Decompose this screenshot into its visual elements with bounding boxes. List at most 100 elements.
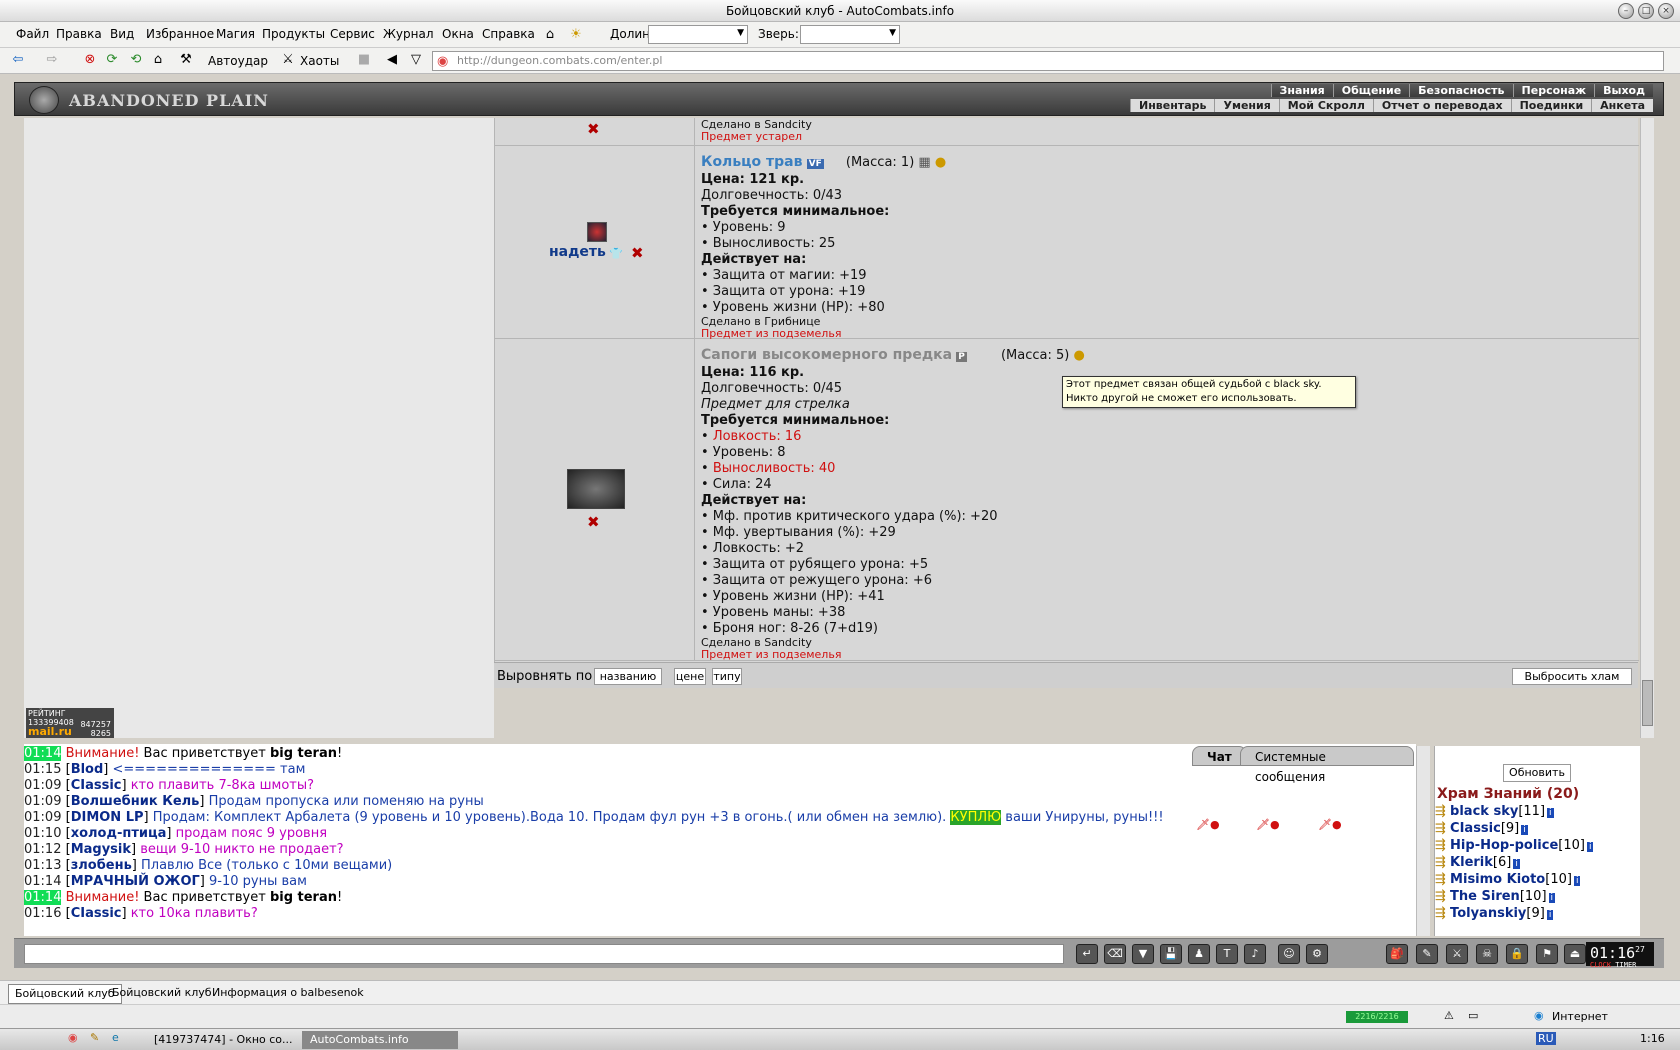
reload-icon[interactable]: ⟲	[128, 52, 144, 68]
user-name[interactable]: Hip-Hop-police	[1450, 838, 1558, 853]
scroll-thumb[interactable]	[1642, 680, 1653, 726]
haoty-button[interactable]: Хаоты	[300, 54, 339, 68]
user-name[interactable]: black sky	[1450, 804, 1518, 819]
discard-junk-button[interactable]: Выбросить хлам	[1512, 668, 1632, 685]
lock-icon[interactable]: 🔒	[1506, 944, 1528, 964]
battle-icon[interactable]: ⚔	[1446, 944, 1468, 964]
delete-icon[interactable]: ✖	[631, 244, 644, 262]
put-on-link[interactable]: надеть	[549, 244, 606, 260]
nav-vyhod[interactable]: Выход	[1594, 84, 1653, 97]
person-icon[interactable]: ♟	[1188, 944, 1210, 964]
delete-icon[interactable]: ✖	[587, 513, 600, 531]
chat-nick[interactable]: холод-птица	[71, 826, 167, 841]
scroll-icon[interactable]: ✎	[1416, 944, 1438, 964]
nav-inventar[interactable]: Инвентарь	[1130, 99, 1214, 112]
chat-time[interactable]: 01:10	[24, 826, 61, 841]
nav-znaniya[interactable]: Знания	[1270, 84, 1333, 97]
sort-by-price-button[interactable]: цене	[674, 668, 706, 685]
nav-personazh[interactable]: Персонаж	[1512, 84, 1595, 97]
address-bar[interactable]: ◉ http://dungeon.combats.com/enter.pl	[432, 51, 1664, 71]
nav-otchet[interactable]: Отчет о переводах	[1372, 99, 1511, 112]
info-icon[interactable]: i	[1547, 808, 1554, 818]
filter-icon[interactable]: ▼	[1132, 944, 1154, 964]
user-name[interactable]: Klerik	[1450, 855, 1493, 870]
user-name[interactable]: Misimo Kioto	[1450, 872, 1545, 887]
info-icon[interactable]: i	[1548, 893, 1556, 903]
chat-scrollbar[interactable]	[1416, 746, 1430, 936]
zver-select[interactable]: ▼	[800, 25, 900, 44]
close-button[interactable]: ×	[1658, 3, 1674, 19]
chat-input[interactable]	[24, 944, 1064, 964]
browser-tab[interactable]: Информация о balbesenok	[206, 984, 370, 1004]
info-icon[interactable]: i	[1521, 825, 1528, 835]
menu-help[interactable]: Справка	[482, 27, 535, 41]
send-icon[interactable]: ↵	[1076, 944, 1098, 964]
tool-icon[interactable]: ✎	[90, 1031, 99, 1044]
chat-nick[interactable]: Magysik	[71, 842, 131, 857]
bound-icon[interactable]: ●	[935, 155, 946, 170]
chat-nick[interactable]: CIassic	[71, 778, 122, 793]
emoticon-icon[interactable]: ☺	[1278, 944, 1300, 964]
tools-icon[interactable]: ⚒	[178, 52, 194, 68]
sound-icon[interactable]: ◀	[384, 52, 400, 68]
browser-tab[interactable]: Бойцовский клуб	[8, 984, 122, 1004]
sort-by-name-button[interactable]: названию	[594, 668, 662, 685]
chat-nick[interactable]: Blod	[71, 762, 104, 777]
dolin-select[interactable]: ▼	[648, 25, 748, 44]
menu-favorites[interactable]: Избранное	[146, 27, 214, 41]
tab-chat[interactable]: Чат	[1192, 746, 1247, 766]
chat-time[interactable]: 01:09	[24, 778, 61, 793]
sound-icon[interactable]: ♪	[1244, 944, 1266, 964]
chat-time[interactable]: 01:09	[24, 794, 61, 809]
minimize-button[interactable]: –	[1618, 3, 1634, 19]
chat-time[interactable]: 01:13	[24, 858, 61, 873]
chat-bold[interactable]: big teran	[270, 890, 337, 905]
skull-icon[interactable]: ☠	[1476, 944, 1498, 964]
timer-label[interactable]: TIMER	[1615, 961, 1636, 969]
menu-windows[interactable]: Окна	[442, 27, 474, 41]
items-scrollbar[interactable]	[1640, 118, 1654, 738]
tab-system-messages[interactable]: Системные сообщения	[1240, 746, 1414, 784]
sort-by-type-button[interactable]: типу	[712, 668, 742, 685]
chat-time[interactable]: 01:12	[24, 842, 61, 857]
chat-time[interactable]: 01:09	[24, 810, 61, 825]
home-castle-icon[interactable]: ⌂	[542, 27, 558, 43]
autoudar-button[interactable]: Автоудар	[208, 54, 268, 68]
attack-icon[interactable]: 🗡●	[1256, 818, 1280, 831]
private-icon[interactable]: ⇶	[1435, 838, 1446, 853]
menu-edit[interactable]: Правка	[56, 27, 102, 41]
chat-time[interactable]: 01:14	[24, 890, 62, 905]
menu-products[interactable]: Продукты	[262, 27, 325, 41]
private-icon[interactable]: ⇶	[1435, 872, 1446, 887]
clock-label[interactable]: CLOCK	[1590, 961, 1611, 969]
private-icon[interactable]: ⇶	[1435, 906, 1446, 921]
ring-icon[interactable]	[587, 222, 607, 242]
rating-counter[interactable]: РЕЙТИНГ 133399408 mail.ru 847257 8265	[26, 708, 114, 738]
private-icon[interactable]: ⇶	[1435, 821, 1446, 836]
exit-icon[interactable]: ⏏	[1564, 944, 1586, 964]
flag-icon[interactable]: ⚑	[1536, 944, 1558, 964]
browser-icon[interactable]: ◉	[68, 1031, 78, 1044]
info-icon[interactable]: i	[1546, 910, 1554, 920]
delete-icon[interactable]: ✖	[587, 120, 600, 138]
chat-time[interactable]: 01:15	[24, 762, 61, 777]
nav-umeniya[interactable]: Умения	[1214, 99, 1278, 112]
maximize-button[interactable]: □	[1638, 3, 1654, 19]
attack-icon[interactable]: 🗡●	[1318, 818, 1342, 831]
refresh-button[interactable]: Обновить	[1503, 764, 1571, 782]
chat-nick[interactable]: Волшебник Кель	[71, 794, 200, 809]
nav-bezopasnost[interactable]: Безопасность	[1409, 84, 1512, 97]
haoty-icon[interactable]: ⚔	[280, 52, 296, 68]
nav-anketa[interactable]: Анкета	[1591, 99, 1653, 112]
home-icon[interactable]: ⌂	[150, 52, 166, 68]
forward-icon[interactable]: ⇨	[44, 52, 60, 68]
chat-nick[interactable]: DIMON LP	[71, 810, 144, 825]
private-icon[interactable]: ⇶	[1435, 855, 1446, 870]
bag-icon[interactable]: 🎒	[1386, 944, 1408, 964]
item-name[interactable]: Кольцо трав	[701, 154, 802, 170]
settings-icon[interactable]: ⚙	[1306, 944, 1328, 964]
menu-journal[interactable]: Журнал	[383, 27, 434, 41]
private-icon[interactable]: ⇶	[1435, 889, 1446, 904]
info-icon[interactable]: i	[1513, 859, 1520, 869]
browser-tab[interactable]: Бойцовский клуб	[106, 984, 218, 1004]
